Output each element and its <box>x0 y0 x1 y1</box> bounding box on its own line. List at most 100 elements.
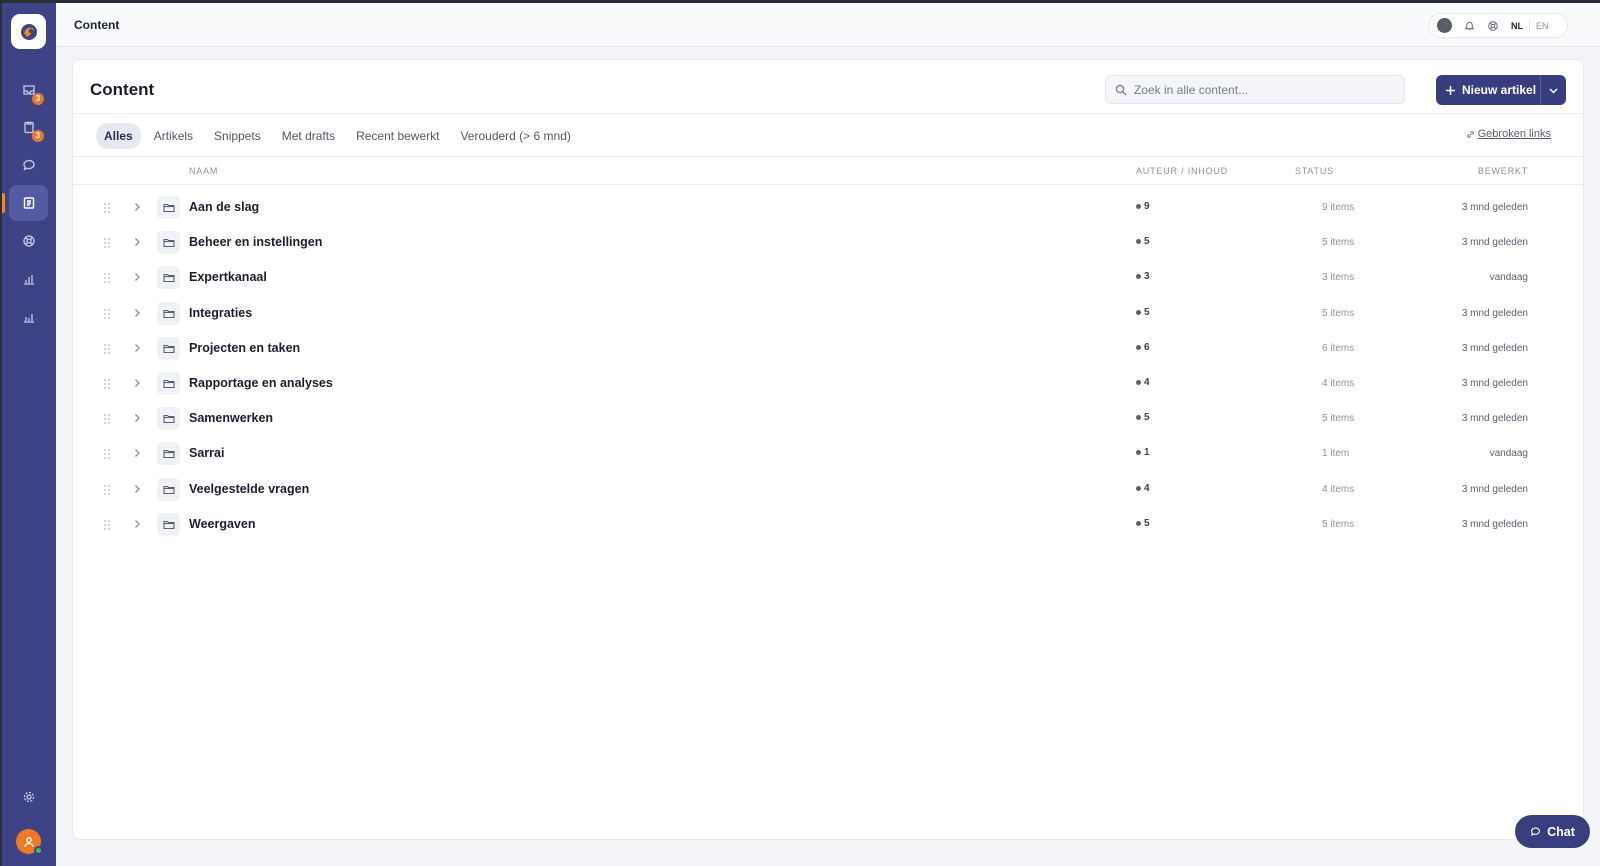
row-status: 5 items <box>1322 413 1355 425</box>
chat-button[interactable]: Chat <box>1515 815 1590 848</box>
drag-handle-icon[interactable] <box>103 447 111 465</box>
author-dot <box>1136 415 1141 421</box>
broken-links-link[interactable]: Gebroken links <box>1466 128 1551 140</box>
sidebar-item-settings[interactable] <box>9 779 48 815</box>
row-status: 5 items <box>1322 518 1355 530</box>
drag-handle-icon[interactable] <box>103 236 111 254</box>
column-header-edited[interactable]: BEWERKT <box>1478 166 1528 176</box>
tab-alles[interactable]: Alles <box>96 123 141 149</box>
sidebar-item-support[interactable] <box>9 223 48 259</box>
row-count: 4 <box>1144 482 1150 494</box>
row-name[interactable]: Projecten en taken <box>189 341 300 355</box>
table-row[interactable]: Beheer en instellingen 5 5 items 3 mnd g… <box>73 225 1583 260</box>
row-name[interactable]: Expertkanaal <box>189 270 267 284</box>
table-row[interactable]: Weergaven 5 5 items 3 mnd geleden <box>73 507 1583 542</box>
table-row[interactable]: Integraties 5 5 items 3 mnd geleden <box>73 296 1583 331</box>
sidebar-item-chats[interactable] <box>9 147 48 183</box>
drag-handle-icon[interactable] <box>103 271 111 289</box>
language-en[interactable]: EN <box>1536 21 1549 31</box>
column-header-status[interactable]: STATUS <box>1295 166 1334 176</box>
row-edited: 3 mnd geleden <box>1461 342 1528 354</box>
tab-recent-bewerkt[interactable]: Recent bewerkt <box>348 123 447 149</box>
column-divider <box>73 184 1583 185</box>
row-name[interactable]: Beheer en instellingen <box>189 235 322 249</box>
folder-icon <box>157 196 180 219</box>
row-name[interactable]: Sarrai <box>189 446 224 460</box>
sidebar-badge: 3 <box>32 130 44 142</box>
sidebar-item-reports[interactable] <box>9 261 48 297</box>
search-icon <box>1115 84 1127 95</box>
table-row[interactable]: Expertkanaal 3 3 items vandaag <box>73 260 1583 295</box>
search-box <box>1105 75 1405 104</box>
drag-handle-icon[interactable] <box>103 377 111 395</box>
author-dot <box>1136 485 1141 491</box>
tab-snippets[interactable]: Snippets <box>206 123 269 149</box>
chevron-right-icon[interactable] <box>131 341 143 359</box>
row-name[interactable]: Samenwerken <box>189 411 273 425</box>
author-dot <box>1136 309 1141 315</box>
chevron-right-icon[interactable] <box>131 446 143 464</box>
chevron-right-icon[interactable] <box>131 270 143 288</box>
sidebar-item-tasks[interactable]: 3 <box>9 109 48 145</box>
chevron-right-icon[interactable] <box>131 376 143 394</box>
tab-artikels[interactable]: Artikels <box>146 123 201 149</box>
chevron-right-icon[interactable] <box>131 482 143 500</box>
row-author-count: 9 <box>1136 201 1150 212</box>
sidebar-item-inbox[interactable]: 3 <box>9 72 48 108</box>
lifebuoy-icon[interactable] <box>1487 20 1499 32</box>
row-count: 5 <box>1144 236 1150 248</box>
logo-icon <box>20 23 37 40</box>
search-input[interactable] <box>1134 82 1394 97</box>
user-icon <box>23 836 34 847</box>
sidebar-item-analytics[interactable] <box>9 299 48 335</box>
avatar[interactable] <box>16 829 43 855</box>
drag-handle-icon[interactable] <box>103 307 111 325</box>
chevron-right-icon[interactable] <box>131 235 143 253</box>
row-name[interactable]: Integraties <box>189 306 252 320</box>
row-name[interactable]: Weergaven <box>189 517 255 531</box>
chevron-right-icon[interactable] <box>131 306 143 324</box>
row-name[interactable]: Veelgestelde vragen <box>189 482 309 496</box>
row-status: 3 items <box>1322 272 1355 284</box>
bar-chart-icon <box>23 275 34 285</box>
table-row[interactable]: Aan de slag 9 9 items 3 mnd geleden <box>73 190 1583 225</box>
row-author-count: 5 <box>1136 518 1150 529</box>
row-name[interactable]: Aan de slag <box>189 200 259 214</box>
row-count: 6 <box>1144 341 1150 353</box>
drag-handle-icon[interactable] <box>103 201 111 219</box>
table-row[interactable]: Veelgestelde vragen 4 4 items 3 mnd gele… <box>73 472 1583 507</box>
theme-toggle[interactable] <box>1437 18 1452 33</box>
drag-handle-icon[interactable] <box>103 342 111 360</box>
drag-handle-icon[interactable] <box>103 483 111 501</box>
chevron-right-icon[interactable] <box>131 517 143 535</box>
column-header-name[interactable]: NAAM <box>189 166 218 176</box>
tab-met-drafts[interactable]: Met drafts <box>274 123 343 149</box>
app-logo[interactable] <box>11 14 46 49</box>
table-row[interactable]: Sarrai 1 1 item vandaag <box>73 436 1583 471</box>
top-bar: Content NL EN <box>56 3 1600 47</box>
folder-icon <box>157 231 180 255</box>
column-header-author[interactable]: AUTEUR / INHOUD <box>1136 166 1228 176</box>
row-count: 5 <box>1144 517 1150 529</box>
row-name[interactable]: Rapportage en analyses <box>189 376 333 390</box>
tabs-divider <box>73 156 1583 157</box>
row-edited: 3 mnd geleden <box>1461 202 1528 213</box>
language-nl[interactable]: NL <box>1511 21 1523 31</box>
drag-handle-icon[interactable] <box>103 518 111 536</box>
content-table-body: Aan de slag 9 9 items 3 mnd geleden Behe… <box>73 190 1583 542</box>
author-dot <box>1136 204 1141 209</box>
chevron-right-icon[interactable] <box>131 200 143 218</box>
new-article-button[interactable]: Nieuw artikel <box>1436 75 1540 105</box>
drag-handle-icon[interactable] <box>103 412 111 430</box>
table-row[interactable]: Samenwerken 5 5 items 3 mnd geleden <box>73 401 1583 436</box>
new-article-dropdown[interactable] <box>1540 75 1566 105</box>
tab-verouderd[interactable]: Verouderd (> 6 mnd) <box>452 123 578 149</box>
table-row[interactable]: Projecten en taken 6 6 items 3 mnd geled… <box>73 331 1583 366</box>
author-dot <box>1136 520 1141 526</box>
row-count: 9 <box>1144 201 1150 212</box>
sidebar-item-content[interactable] <box>2 185 48 221</box>
table-row[interactable]: Rapportage en analyses 4 4 items 3 mnd g… <box>73 366 1583 401</box>
chevron-down-icon <box>1549 87 1558 94</box>
chevron-right-icon[interactable] <box>131 411 143 429</box>
bell-icon[interactable] <box>1464 20 1475 31</box>
